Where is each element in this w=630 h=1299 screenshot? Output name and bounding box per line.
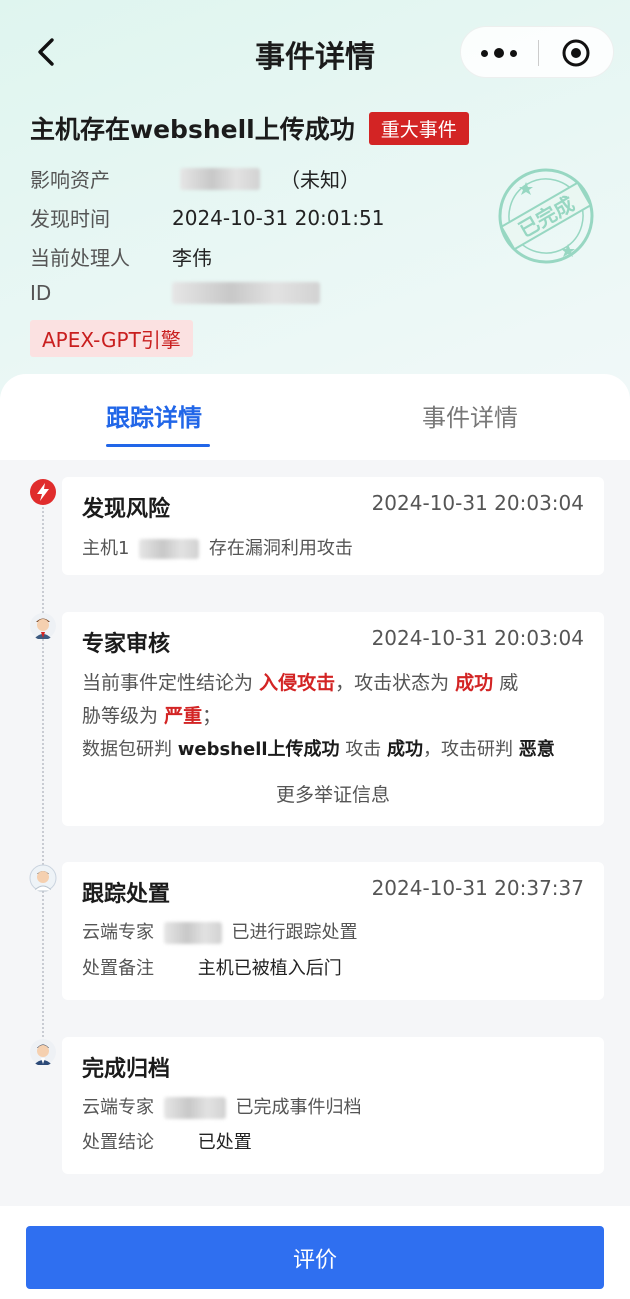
redacted-host	[139, 539, 200, 559]
nav-bar: 事件详情	[0, 0, 630, 104]
asset-row: 影响资产 （未知）	[30, 164, 360, 193]
redacted-expert	[163, 922, 222, 944]
card-title: 完成归档	[82, 1057, 171, 1082]
card-title: 发现风险	[82, 497, 171, 522]
text: 数据包研判	[82, 739, 172, 760]
card-title: 专家审核	[82, 632, 171, 657]
archive-action-line: 云端专家 已完成事件归档	[82, 1093, 361, 1119]
more-dot-icon	[481, 49, 488, 57]
card-time: 2024-10-31 20:37:37	[371, 876, 584, 900]
capsule-divider	[538, 40, 539, 66]
review-packet-line: 数据包研判 webshell上传成功 攻击 成功，攻击研判 恶意	[82, 735, 555, 761]
completed-stamp-icon: 已完成	[498, 168, 594, 264]
redacted-asset	[180, 167, 260, 190]
rate-button[interactable]: 评价	[26, 1226, 604, 1289]
event-title-row: 主机存在webshell上传成功 重大事件	[30, 110, 469, 146]
card-time: 2024-10-31 20:03:04	[371, 626, 584, 650]
note-label: 处置备注	[82, 958, 154, 979]
review-conclusion-line: 当前事件定性结论为 入侵攻击，攻击状态为 成功 威	[82, 668, 518, 695]
tracking-note-line: 处置备注 主机已被植入后门	[82, 954, 342, 980]
risk-lightning-icon	[30, 479, 56, 505]
card-title: 跟踪处置	[82, 882, 171, 907]
handler-label: 当前处理人	[30, 246, 130, 270]
timeline-card-risk: 发现风险 2024-10-31 20:03:04 主机1 存在漏洞利用攻击	[62, 477, 604, 575]
more-menu-button[interactable]	[461, 27, 537, 79]
text: 攻击	[345, 739, 382, 760]
tracking-action-line: 云端专家 已进行跟踪处置	[82, 918, 357, 944]
expert-avatar-icon	[30, 1039, 56, 1065]
text: 胁等级为	[82, 705, 159, 727]
tabs-bar: 跟踪详情 事件详情	[0, 374, 630, 460]
footer-bar: 评价	[0, 1206, 630, 1299]
timeline-line	[42, 496, 44, 1048]
more-dot-icon	[510, 49, 517, 57]
text: ；	[202, 705, 222, 727]
card-description: 主机1 存在漏洞利用攻击	[82, 534, 353, 560]
handler-row: 当前处理人 李伟	[30, 242, 212, 271]
event-title: 主机存在webshell上传成功	[30, 115, 355, 144]
more-evidence-link[interactable]: 更多举证信息	[62, 780, 604, 807]
conclusion-value: 入侵攻击	[259, 672, 336, 694]
mini-program-capsule	[460, 26, 614, 78]
text: ，攻击研判	[423, 739, 514, 760]
id-row: ID	[30, 281, 320, 305]
engine-tag: APEX-GPT引擎	[30, 320, 193, 357]
close-target-icon[interactable]	[561, 38, 591, 68]
time-value: 2024-10-31 20:01:51	[172, 205, 385, 230]
id-label: ID	[30, 281, 52, 305]
attack-judgement-value: 恶意	[518, 739, 555, 760]
more-dot-icon	[494, 48, 504, 58]
time-label: 发现时间	[30, 207, 110, 231]
timeline-card-archive: 完成归档 云端专家 已完成事件归档 处置结论 已处置	[62, 1037, 604, 1174]
text: ，攻击状态为	[335, 672, 450, 694]
text: 已完成事件归档	[235, 1097, 362, 1118]
text: 已进行跟踪处置	[231, 922, 358, 943]
card-time: 2024-10-31 20:03:04	[371, 491, 584, 515]
host-suffix: 存在漏洞利用攻击	[208, 538, 353, 559]
note-value: 主机已被植入后门	[197, 958, 342, 979]
redacted-id	[172, 282, 320, 304]
expert-avatar-icon	[30, 613, 56, 639]
text: 云端专家	[82, 1097, 154, 1118]
stamp-text: 已完成	[515, 191, 579, 242]
severity-badge: 重大事件	[368, 111, 469, 145]
threat-level-value: 严重	[164, 705, 203, 727]
archive-conclusion-line: 处置结论 已处置	[82, 1128, 252, 1154]
redacted-expert	[163, 1097, 226, 1119]
text: 威	[499, 672, 519, 694]
attack-status-value: 成功	[455, 672, 494, 694]
tab-event-details[interactable]: 事件详情	[422, 398, 518, 433]
conclusion-label: 处置结论	[82, 1132, 154, 1153]
time-row: 发现时间 2024-10-31 20:01:51	[30, 203, 384, 232]
timeline-card-review: 专家审核 2024-10-31 20:03:04 当前事件定性结论为 入侵攻击，…	[62, 612, 604, 826]
handler-value: 李伟	[172, 246, 212, 270]
packet-result-value: webshell上传成功	[177, 739, 340, 760]
timeline-card-tracking: 跟踪处置 2024-10-31 20:37:37 云端专家 已进行跟踪处置 处置…	[62, 862, 604, 1000]
review-threat-line: 胁等级为 严重；	[82, 701, 221, 728]
conclusion-value: 已处置	[197, 1132, 252, 1153]
host-prefix: 主机1	[82, 538, 130, 559]
text: 当前事件定性结论为	[82, 672, 254, 694]
text: 云端专家	[82, 922, 154, 943]
asset-value: （未知）	[280, 168, 360, 192]
active-tab-indicator	[106, 444, 210, 447]
asset-label: 影响资产	[30, 168, 110, 192]
expert-avatar-icon	[29, 864, 57, 892]
attack-result-value: 成功	[387, 739, 424, 760]
tab-tracking-details[interactable]: 跟踪详情	[106, 398, 202, 433]
